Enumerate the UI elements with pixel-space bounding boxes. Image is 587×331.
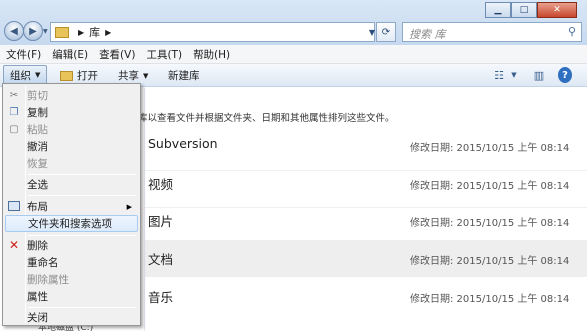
- new-library-label: 新建库: [168, 70, 200, 82]
- menu-item-select-all[interactable]: 全选: [5, 176, 138, 193]
- breadcrumb-library[interactable]: 库: [89, 24, 100, 40]
- menu-item-close[interactable]: 关闭: [5, 309, 138, 326]
- cut-icon: ✂: [9, 89, 19, 101]
- copy-icon: ❐: [9, 106, 19, 118]
- menu-item-label: 删除: [27, 240, 48, 252]
- item-modified-date: 修改日期: 2015/10/15 上午 08:14: [410, 218, 570, 229]
- library-icon: [55, 26, 69, 38]
- menu-item-redo[interactable]: 恢复: [5, 155, 138, 172]
- title-bar: ▁ □ ✕ ◀ ▶ ▼ ▶ 库 ▶ ▼ ⟳ 搜索 库 ⚲: [0, 0, 587, 45]
- view-dropdown-icon[interactable]: ▼: [510, 67, 518, 83]
- help-icon[interactable]: ?: [558, 67, 572, 83]
- menu-item-folder-options[interactable]: 文件夹和搜索选项: [5, 215, 138, 232]
- menu-item-label: 恢复: [27, 158, 48, 170]
- new-library-button[interactable]: 新建库: [168, 68, 200, 83]
- back-arrow-icon: ◀: [10, 25, 18, 37]
- menu-item-undo[interactable]: 撤消: [5, 138, 138, 155]
- list-item-selected[interactable]: 文档 修改日期: 2015/10/15 上午 08:14: [145, 240, 587, 277]
- preview-pane-icon[interactable]: ▥: [531, 67, 547, 83]
- minimize-button[interactable]: ▁: [485, 2, 511, 18]
- open-label: 打开: [77, 70, 98, 82]
- menu-item-label: 重命名: [27, 257, 59, 269]
- refresh-button[interactable]: ⟳: [376, 22, 396, 42]
- item-name: 图片: [148, 214, 174, 229]
- menu-item-rename[interactable]: 重命名: [5, 254, 138, 271]
- recent-pages-dropdown[interactable]: ▼: [43, 28, 49, 35]
- forward-button[interactable]: ▶: [23, 21, 43, 41]
- menu-item-label: 关闭: [27, 312, 48, 324]
- menu-item-label: 粘贴: [27, 124, 48, 136]
- menu-item-label: 复制: [27, 107, 48, 119]
- menu-item-label: 全选: [27, 179, 48, 191]
- menu-item-label: 布局: [27, 201, 48, 213]
- refresh-icon: ⟳: [381, 26, 391, 38]
- list-item[interactable]: 音乐 修改日期: 2015/10/15 上午 08:14: [145, 278, 587, 315]
- breadcrumb-chevron-icon[interactable]: ▶: [78, 28, 84, 37]
- search-input[interactable]: 搜索 库 ⚲: [402, 22, 582, 42]
- menu-item-copy[interactable]: ❐ 复制: [5, 104, 138, 121]
- list-item[interactable]: 图片 修改日期: 2015/10/15 上午 08:14: [145, 202, 587, 239]
- layout-icon: [8, 201, 20, 211]
- chevron-down-icon: ▼: [143, 71, 149, 80]
- menu-file[interactable]: 文件(F): [4, 47, 50, 62]
- menu-item-label: 撤消: [27, 141, 48, 153]
- item-name: Subversion: [148, 136, 218, 151]
- menu-item-label: 删除属性: [27, 274, 69, 286]
- menu-item-properties[interactable]: 属性: [5, 288, 138, 305]
- item-modified-date: 修改日期: 2015/10/15 上午 08:14: [410, 143, 570, 154]
- menu-item-remove-properties[interactable]: 删除属性: [5, 271, 138, 288]
- open-folder-icon: [60, 70, 73, 81]
- chevron-down-icon: ▼: [35, 71, 41, 79]
- item-modified-date: 修改日期: 2015/10/15 上午 08:14: [410, 181, 570, 192]
- delete-icon: ✕: [8, 238, 20, 252]
- menu-separator: [28, 174, 136, 175]
- organize-label: 组织: [10, 69, 31, 82]
- item-name: 文档: [148, 252, 174, 267]
- menu-help[interactable]: 帮助(H): [191, 47, 239, 62]
- address-bar[interactable]: ▶ 库 ▶: [50, 22, 375, 42]
- menu-separator: [28, 235, 136, 236]
- organize-button[interactable]: 组织 ▼: [3, 65, 48, 85]
- menu-item-label: 文件夹和搜索选项: [28, 218, 112, 230]
- list-item[interactable]: Subversion 修改日期: 2015/10/15 上午 08:14: [145, 127, 587, 164]
- search-icon[interactable]: ⚲: [568, 25, 576, 38]
- search-placeholder: 搜索 库: [409, 28, 446, 41]
- item-name: 音乐: [148, 290, 174, 305]
- list-item[interactable]: 视频 修改日期: 2015/10/15 上午 08:14: [145, 165, 587, 202]
- menu-edit[interactable]: 编辑(E): [50, 47, 97, 62]
- menu-view[interactable]: 查看(V): [97, 47, 144, 62]
- menu-separator: [28, 307, 136, 308]
- menu-item-label: 剪切: [27, 90, 48, 102]
- menu-item-delete[interactable]: ✕ 删除: [5, 237, 138, 254]
- share-label: 共享: [118, 70, 139, 82]
- maximize-button[interactable]: □: [511, 2, 537, 18]
- organize-menu: ✂ 剪切 ❐ 复制 ▢ 粘贴 撤消 恢复 全选 布局 ▶ 文件夹和搜索选项 ✕ …: [2, 83, 141, 326]
- breadcrumb-chevron-icon[interactable]: ▶: [105, 28, 111, 37]
- window-controls: ▁ □ ✕: [485, 2, 577, 18]
- back-button[interactable]: ◀: [4, 21, 24, 41]
- submenu-arrow-icon: ▶: [126, 202, 132, 211]
- menu-item-cut[interactable]: ✂ 剪切: [5, 87, 138, 104]
- close-button[interactable]: ✕: [537, 2, 577, 18]
- share-button[interactable]: 共享 ▼: [118, 68, 148, 83]
- item-modified-date: 修改日期: 2015/10/15 上午 08:14: [410, 256, 570, 267]
- item-modified-date: 修改日期: 2015/10/15 上午 08:14: [410, 294, 570, 305]
- change-view-icon[interactable]: ☷: [492, 67, 506, 83]
- menu-separator: [28, 195, 136, 196]
- library-description: 库以查看文件并根据文件夹、日期和其他属性排列这些文件。: [138, 113, 395, 124]
- menu-bar: 文件(F) 编辑(E) 查看(V) 工具(T) 帮助(H): [0, 45, 587, 64]
- menu-tools[interactable]: 工具(T): [144, 47, 191, 62]
- menu-item-layout[interactable]: 布局 ▶: [5, 198, 138, 215]
- menu-item-label: 属性: [27, 291, 48, 303]
- forward-arrow-icon: ▶: [29, 25, 37, 37]
- open-button[interactable]: 打开: [60, 68, 98, 83]
- paste-icon: ▢: [9, 123, 19, 135]
- menu-item-paste[interactable]: ▢ 粘贴: [5, 121, 138, 138]
- item-name: 视频: [148, 177, 174, 192]
